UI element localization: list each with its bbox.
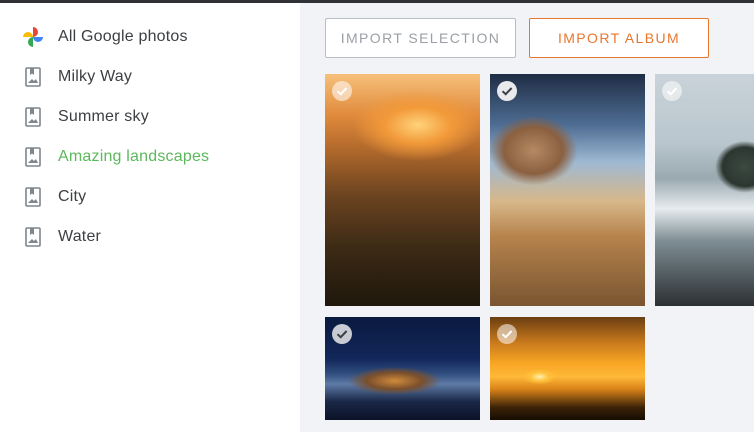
sidebar-item-city[interactable]: City <box>22 185 292 209</box>
photo-tile[interactable] <box>325 74 480 306</box>
photo-tile[interactable] <box>490 74 645 306</box>
check-circle-icon[interactable] <box>662 81 682 101</box>
album-icon <box>22 66 44 88</box>
sidebar-item-label: Summer sky <box>58 108 149 125</box>
sidebar-item-milky-way[interactable]: Milky Way <box>22 65 292 89</box>
check-circle-icon[interactable] <box>332 81 352 101</box>
import-selection-button[interactable]: IMPORT SELECTION <box>325 18 516 58</box>
photo-panel: IMPORT SELECTION IMPORT ALBUM <box>300 3 754 432</box>
sidebar-item-all-google-photos[interactable]: All Google photos <box>22 25 292 49</box>
photo-tile[interactable] <box>325 317 480 420</box>
sidebar-item-label: All Google photos <box>58 28 188 45</box>
album-icon <box>22 226 44 248</box>
import-album-button[interactable]: IMPORT ALBUM <box>529 18 709 58</box>
photo-tile[interactable] <box>655 74 754 306</box>
album-sidebar: All Google photos Milky Way Summer sky A… <box>0 3 300 432</box>
album-icon <box>22 146 44 168</box>
photo-image <box>655 74 754 306</box>
photo-image <box>490 74 645 306</box>
sidebar-item-label: Amazing landscapes <box>58 148 210 165</box>
sidebar-item-amazing-landscapes[interactable]: Amazing landscapes <box>22 145 292 169</box>
check-circle-icon[interactable] <box>497 81 517 101</box>
sidebar-item-summer-sky[interactable]: Summer sky <box>22 105 292 129</box>
check-circle-icon[interactable] <box>497 324 517 344</box>
album-icon <box>22 186 44 208</box>
photo-image <box>325 74 480 306</box>
sidebar-item-water[interactable]: Water <box>22 225 292 249</box>
sidebar-item-label: Milky Way <box>58 68 133 85</box>
check-circle-icon[interactable] <box>332 324 352 344</box>
google-photos-icon <box>22 26 44 48</box>
photo-tile[interactable] <box>490 317 645 420</box>
sidebar-item-label: Water <box>58 228 102 245</box>
sidebar-item-label: City <box>58 188 87 205</box>
album-icon <box>22 106 44 128</box>
